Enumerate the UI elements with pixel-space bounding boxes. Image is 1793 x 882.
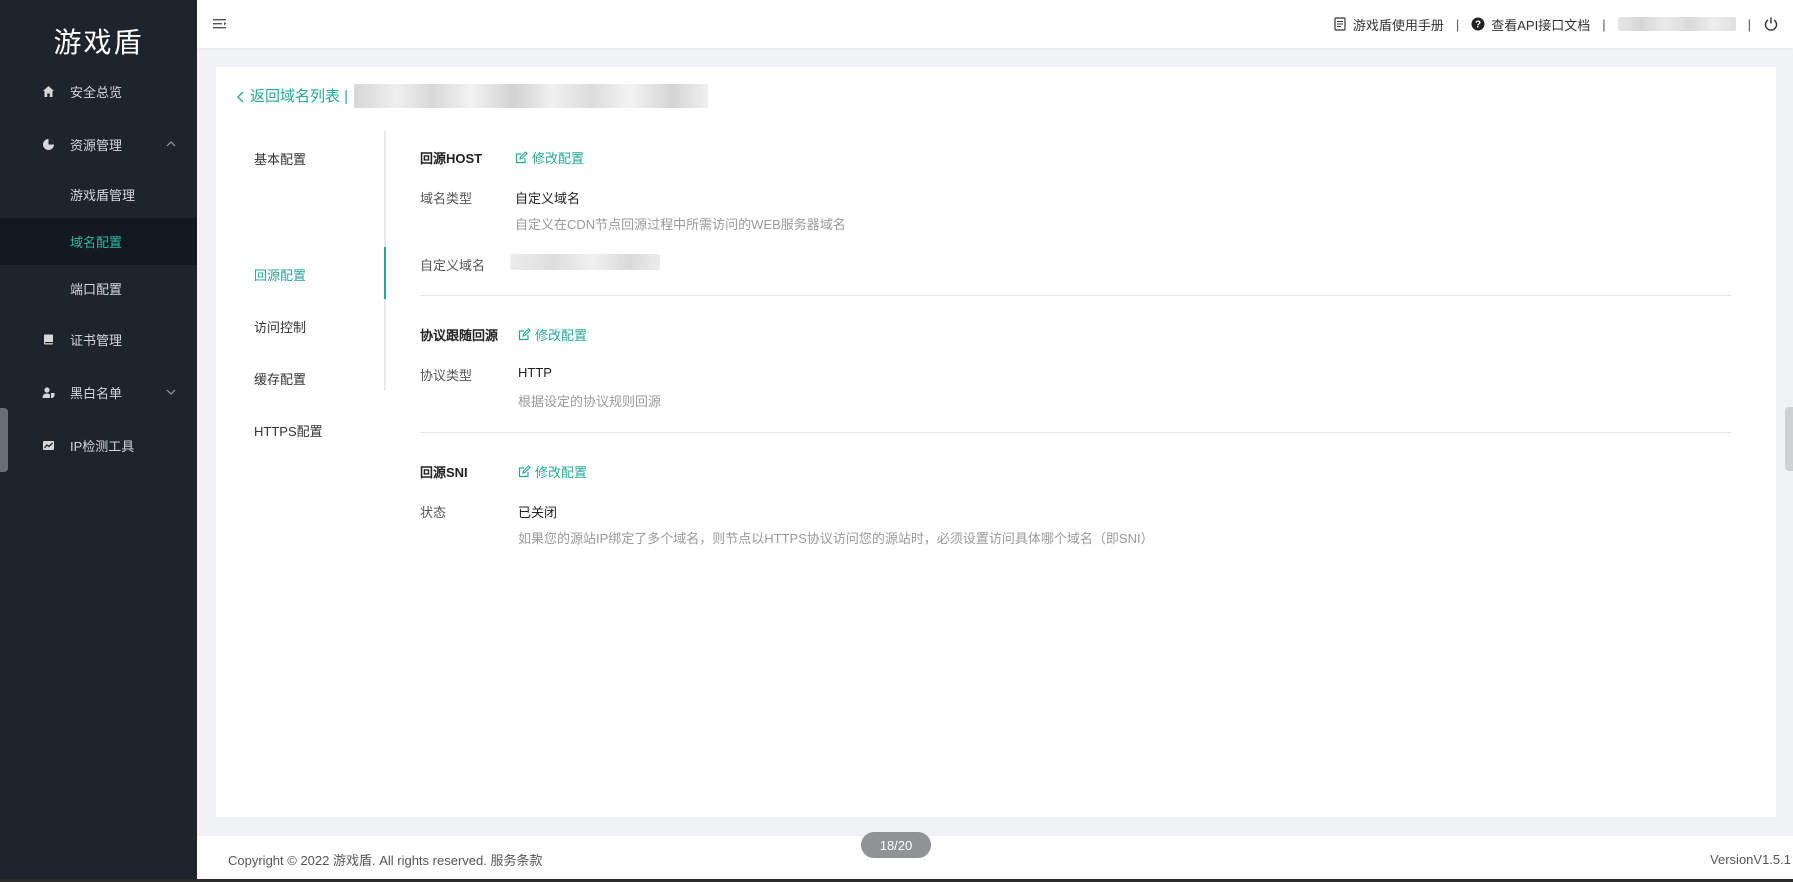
section-divider bbox=[420, 295, 1731, 296]
header-actions: 游戏盾使用手册 | ? 查看API接口文档 | | bbox=[1333, 0, 1793, 48]
question-circle-icon: ? bbox=[1471, 17, 1485, 31]
sidebar-subitem-port-config[interactable]: 端口配置 bbox=[0, 265, 197, 312]
domain-name-blurred bbox=[354, 84, 708, 108]
tab-access-control[interactable]: 访问控制 bbox=[254, 317, 306, 336]
svg-text:?: ? bbox=[1475, 20, 1481, 31]
domain-type-value: 自定义域名 bbox=[515, 191, 581, 206]
chevron-up-icon bbox=[165, 138, 177, 150]
sni-status-hint: 如果您的源站IP绑定了多个域名，则节点以HTTPS协议访问您的源站时，必须设置访… bbox=[518, 531, 1154, 546]
api-doc-label: 查看API接口文档 bbox=[1491, 17, 1591, 33]
sni-status-value: 已关闭 bbox=[518, 505, 558, 520]
version-text: VersionV1.5.1 bbox=[1710, 851, 1791, 867]
edit-icon bbox=[515, 151, 528, 164]
tab-https-config[interactable]: HTTPS配置 bbox=[254, 421, 323, 440]
config-tabs: 基本配置 回源配置 访问控制 缓存配置 HTTPS配置 bbox=[236, 131, 386, 439]
protocol-type-label: 协议类型 bbox=[420, 368, 473, 383]
edit-icon bbox=[518, 328, 531, 341]
domain-type-hint: 自定义在CDN节点回源过程中所需访问的WEB服务器域名 bbox=[515, 217, 846, 232]
custom-domain-label: 自定义域名 bbox=[420, 258, 486, 273]
api-doc-link[interactable]: ? 查看API接口文档 bbox=[1471, 15, 1590, 34]
sidebar: 游戏盾 安全总览 资源管理 游戏盾管理 域名配置 端口配置 证书管理 黑白名单 bbox=[0, 0, 197, 882]
book-icon bbox=[41, 332, 55, 346]
sidebar-item-ip-tool[interactable]: IP检测工具 bbox=[0, 422, 197, 468]
header-separator: | bbox=[1455, 16, 1460, 32]
section-title-origin-host: 回源HOST bbox=[420, 151, 483, 166]
section-title-origin-sni: 回源SNI bbox=[420, 465, 468, 480]
chevron-down-icon bbox=[165, 386, 177, 398]
sidebar-subitem-label: 游戏盾管理 bbox=[70, 188, 136, 203]
sidebar-subitem-label: 端口配置 bbox=[70, 282, 123, 297]
back-to-domain-list-link[interactable]: 返回域名列表 | bbox=[236, 85, 348, 106]
sni-status-label: 状态 bbox=[420, 505, 447, 520]
chevron-left-icon bbox=[236, 90, 246, 102]
domain-type-label: 域名类型 bbox=[420, 191, 473, 206]
pie-chart-icon bbox=[41, 137, 55, 151]
sidebar-subitem-game-shield[interactable]: 游戏盾管理 bbox=[0, 171, 197, 218]
sidebar-item-label: 证书管理 bbox=[70, 332, 123, 348]
top-header: 游戏盾使用手册 | ? 查看API接口文档 | | bbox=[197, 0, 1793, 48]
line-chart-icon bbox=[41, 438, 55, 452]
protocol-type-hint: 根据设定的协议规则回源 bbox=[518, 394, 662, 409]
active-tab-indicator bbox=[384, 247, 386, 299]
sidebar-item-security-overview[interactable]: 安全总览 bbox=[0, 68, 197, 114]
sidebar-item-blackwhite-list[interactable]: 黑白名单 bbox=[0, 369, 197, 415]
protocol-type-value: HTTP bbox=[518, 365, 552, 380]
user-manual-label: 游戏盾使用手册 bbox=[1352, 17, 1444, 33]
username-blurred[interactable] bbox=[1617, 17, 1736, 31]
main-content-card: 返回域名列表 | 基本配置 回源配置 访问控制 缓存配置 HTTPS配置 回源H… bbox=[216, 67, 1776, 817]
edit-origin-host-button[interactable]: 修改配置 bbox=[515, 148, 584, 167]
user-shield-icon bbox=[41, 385, 55, 399]
sidebar-item-label: IP检测工具 bbox=[70, 438, 135, 454]
logout-power-icon[interactable] bbox=[1763, 16, 1779, 32]
edit-label: 修改配置 bbox=[535, 328, 588, 343]
sidebar-subitem-domain-config[interactable]: 域名配置 bbox=[0, 218, 197, 265]
section-divider bbox=[420, 432, 1731, 433]
edit-label: 修改配置 bbox=[532, 151, 585, 166]
scrollbar-thumb[interactable] bbox=[0, 408, 8, 472]
scrollbar-thumb[interactable] bbox=[1785, 407, 1793, 471]
tab-origin-config[interactable]: 回源配置 bbox=[254, 265, 306, 284]
page-indicator-badge: 18/20 bbox=[861, 832, 931, 858]
edit-label: 修改配置 bbox=[535, 465, 588, 480]
edit-sni-button[interactable]: 修改配置 bbox=[518, 462, 587, 481]
tab-basic-config[interactable]: 基本配置 bbox=[254, 149, 306, 168]
edit-protocol-button[interactable]: 修改配置 bbox=[518, 325, 587, 344]
sidebar-subitem-label: 域名配置 bbox=[70, 235, 123, 250]
back-label: 返回域名列表 | bbox=[250, 88, 349, 105]
menu-toggle-icon[interactable] bbox=[213, 18, 227, 30]
sidebar-item-label: 安全总览 bbox=[70, 84, 123, 100]
home-icon bbox=[41, 84, 55, 98]
header-separator: | bbox=[1747, 16, 1751, 32]
sidebar-item-label: 资源管理 bbox=[70, 137, 123, 153]
sidebar-item-label: 黑白名单 bbox=[70, 385, 123, 401]
document-icon bbox=[1333, 17, 1347, 31]
footer: Copyright © 2022 游戏盾. All rights reserve… bbox=[197, 836, 1793, 882]
custom-domain-value-blurred bbox=[510, 254, 660, 270]
header-separator: | bbox=[1602, 16, 1606, 32]
copyright-text: Copyright © 2022 游戏盾. All rights reserve… bbox=[228, 852, 543, 868]
tab-cache-config[interactable]: 缓存配置 bbox=[254, 369, 306, 388]
section-title-protocol-follow: 协议跟随回源 bbox=[420, 328, 499, 343]
edit-icon bbox=[518, 465, 531, 478]
sidebar-item-resource-management[interactable]: 资源管理 bbox=[0, 121, 197, 167]
user-manual-link[interactable]: 游戏盾使用手册 bbox=[1333, 15, 1444, 34]
sidebar-item-certificate[interactable]: 证书管理 bbox=[0, 316, 197, 362]
